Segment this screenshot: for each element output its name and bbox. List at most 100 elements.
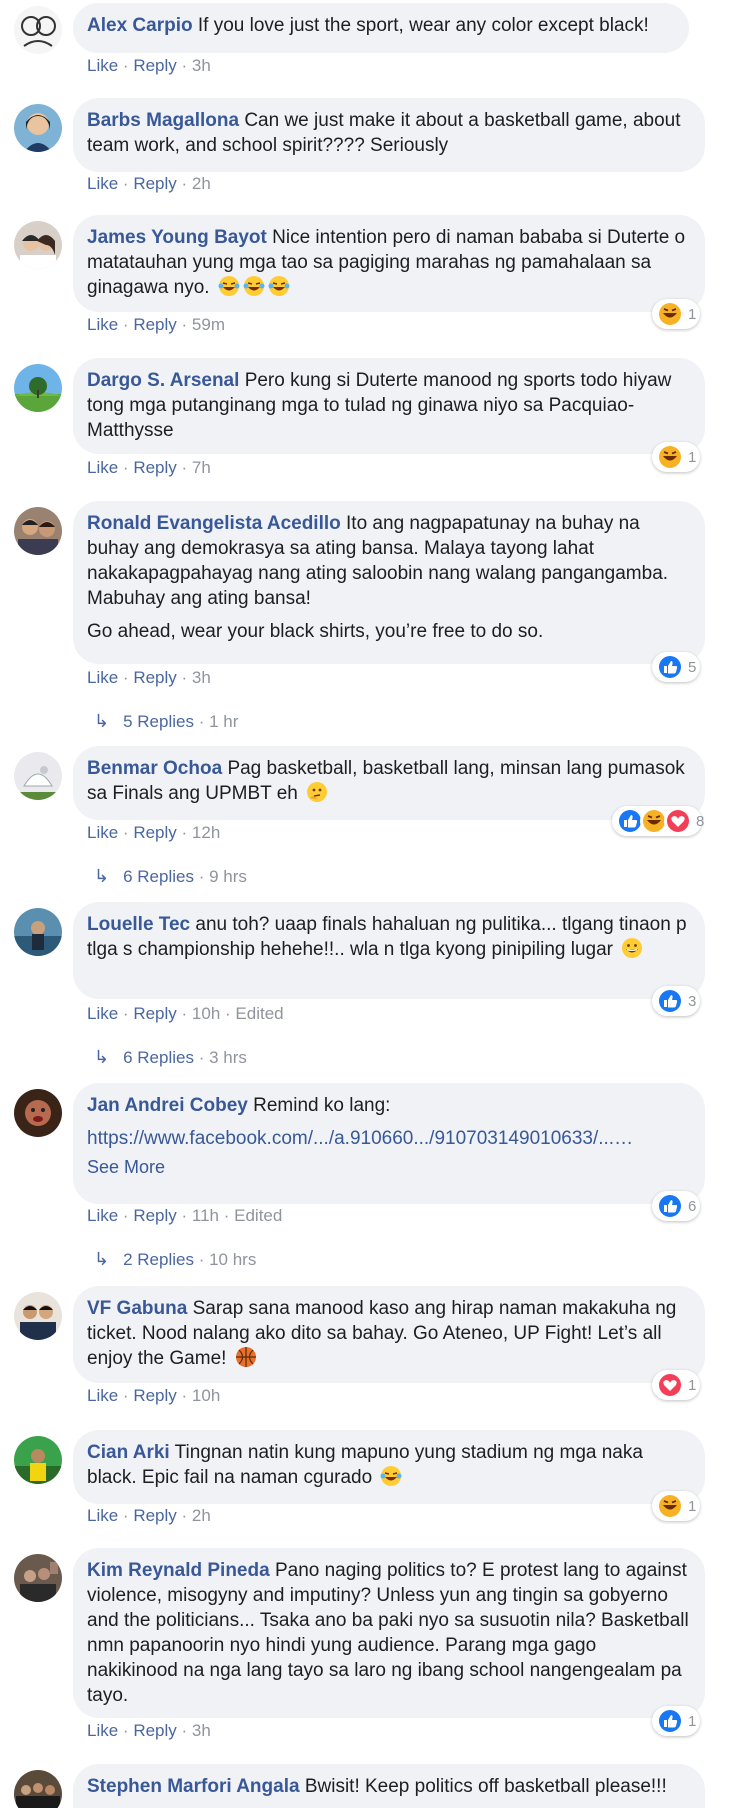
reply-button[interactable]: Reply <box>133 315 176 334</box>
like-button[interactable]: Like <box>87 1386 118 1405</box>
edited-label: Edited <box>234 1206 283 1225</box>
reaction-summary[interactable]: 1 <box>652 1491 700 1521</box>
comment-bubble: Alex Carpio If you love just the sport, … <box>73 3 689 53</box>
reply-arrow-icon: ↳ <box>94 711 110 731</box>
reaction-summary[interactable]: 1 <box>652 1370 700 1400</box>
reaction-count: 1 <box>688 1712 697 1730</box>
love-reaction-icon <box>656 1371 684 1399</box>
comment-author[interactable]: Ronald Evangelista Acedillo <box>87 513 341 534</box>
comment-timestamp[interactable]: 10h <box>192 1004 220 1023</box>
avatar[interactable] <box>14 364 62 412</box>
replies-time: 9 hrs <box>209 867 247 886</box>
comment-timestamp[interactable]: 12h <box>192 823 220 842</box>
comment-link[interactable]: https://www.facebook.com/.../a.910660...… <box>87 1126 691 1151</box>
comment-timestamp[interactable]: 3h <box>192 668 211 687</box>
reply-button[interactable]: Reply <box>133 1721 176 1740</box>
reaction-summary[interactable]: 1 <box>652 1706 700 1736</box>
view-replies-link[interactable]: ↳ 6 Replies · 9 hrs <box>94 866 247 887</box>
avatar[interactable] <box>14 1089 62 1137</box>
avatar[interactable] <box>14 507 62 555</box>
comment-timestamp[interactable]: 11h <box>192 1206 219 1225</box>
comment-author[interactable]: Dargo S. Arsenal <box>87 370 239 391</box>
reply-button[interactable]: Reply <box>133 1206 176 1225</box>
reply-button[interactable]: Reply <box>133 174 176 193</box>
see-more-link[interactable]: See More <box>87 1155 691 1180</box>
like-button[interactable]: Like <box>87 823 118 842</box>
replies-count[interactable]: 6 Replies <box>123 867 194 886</box>
comment-author[interactable]: Stephen Marfori Angala <box>87 1776 300 1797</box>
love-reaction-icon <box>664 807 692 835</box>
replies-count[interactable]: 2 Replies <box>123 1250 194 1269</box>
reaction-summary[interactable]: 1 <box>652 299 700 329</box>
avatar[interactable] <box>14 1436 62 1484</box>
reply-button[interactable]: Reply <box>133 56 176 75</box>
comment-bubble: Kim Reynald Pineda Pano naging politics … <box>73 1548 705 1718</box>
comment-author[interactable]: VF Gabuna <box>87 1298 187 1319</box>
replies-count[interactable]: 5 Replies <box>123 712 194 731</box>
edited-label: Edited <box>235 1004 284 1023</box>
like-button[interactable]: Like <box>87 668 118 687</box>
comment-timestamp[interactable]: 59m <box>192 315 225 334</box>
avatar[interactable] <box>14 752 62 800</box>
like-button[interactable]: Like <box>87 1506 118 1525</box>
reaction-count: 5 <box>688 658 697 676</box>
comment-author[interactable]: Barbs Magallona <box>87 110 239 131</box>
view-replies-link[interactable]: ↳ 5 Replies · 1 hr <box>94 711 238 732</box>
comment-author[interactable]: Cian Arki <box>87 1442 170 1463</box>
comment-author[interactable]: Louelle Tec <box>87 914 190 935</box>
avatar[interactable] <box>14 104 62 152</box>
like-button[interactable]: Like <box>87 56 118 75</box>
reply-button[interactable]: Reply <box>133 1506 176 1525</box>
reaction-summary[interactable]: 8 <box>612 806 705 836</box>
comment-author[interactable]: James Young Bayot <box>87 227 267 248</box>
reaction-count: 8 <box>696 812 705 830</box>
reaction-summary[interactable]: 3 <box>652 986 700 1016</box>
like-button[interactable]: Like <box>87 174 118 193</box>
comment-actions: Like · Reply · 11h · Edited <box>87 1206 283 1225</box>
like-button[interactable]: Like <box>87 1004 118 1023</box>
comment-author[interactable]: Jan Andrei Cobey <box>87 1095 248 1116</box>
comment-actions: Like · Reply · 2h <box>87 1506 211 1525</box>
comment-text: Pano naging politics to? E protest lang … <box>87 1560 689 1706</box>
comment-timestamp[interactable]: 7h <box>192 458 211 477</box>
reply-button[interactable]: Reply <box>133 1004 176 1023</box>
like-button[interactable]: Like <box>87 315 118 334</box>
comment-actions: Like · Reply · 3h <box>87 1721 211 1740</box>
comment-timestamp[interactable]: 2h <box>192 174 211 193</box>
reply-button[interactable]: Reply <box>133 1386 176 1405</box>
reaction-summary[interactable]: 6 <box>652 1191 700 1221</box>
comment-author[interactable]: Benmar Ochoa <box>87 758 222 779</box>
avatar[interactable] <box>14 221 62 269</box>
like-button[interactable]: Like <box>87 1206 118 1225</box>
reply-button[interactable]: Reply <box>133 668 176 687</box>
grinning-face-emoji <box>621 937 643 959</box>
avatar[interactable] <box>14 1292 62 1340</box>
reply-button[interactable]: Reply <box>133 823 176 842</box>
laughing-tears-emoji <box>243 275 265 297</box>
comment-text-paragraph: Go ahead, wear your black shirts, you’re… <box>87 621 544 642</box>
like-button[interactable]: Like <box>87 458 118 477</box>
reply-button[interactable]: Reply <box>133 458 176 477</box>
view-replies-link[interactable]: ↳ 6 Replies · 3 hrs <box>94 1047 247 1068</box>
avatar[interactable] <box>14 908 62 956</box>
comment-author[interactable]: Kim Reynald Pineda <box>87 1560 270 1581</box>
reaction-count: 6 <box>688 1197 697 1215</box>
replies-time: 10 hrs <box>209 1250 257 1269</box>
avatar[interactable] <box>14 1554 62 1602</box>
avatar[interactable] <box>14 6 62 54</box>
view-replies-link[interactable]: ↳ 2 Replies · 10 hrs <box>94 1249 256 1270</box>
comment-bubble: Dargo S. Arsenal Pero kung si Duterte ma… <box>73 358 705 454</box>
comment-author[interactable]: Alex Carpio <box>87 15 193 36</box>
comment-actions: Like · Reply · 3h <box>87 668 211 687</box>
comment-timestamp[interactable]: 10h <box>192 1386 220 1405</box>
comment-timestamp[interactable]: 2h <box>192 1506 211 1525</box>
comment-timestamp[interactable]: 3h <box>192 56 211 75</box>
reaction-count: 1 <box>688 1497 697 1515</box>
like-button[interactable]: Like <box>87 1721 118 1740</box>
reaction-summary[interactable]: 1 <box>652 442 700 472</box>
replies-count[interactable]: 6 Replies <box>123 1048 194 1067</box>
replies-time: 1 hr <box>209 712 239 731</box>
comment-timestamp[interactable]: 3h <box>192 1721 211 1740</box>
avatar[interactable] <box>14 1770 62 1808</box>
reaction-summary[interactable]: 5 <box>652 652 700 682</box>
